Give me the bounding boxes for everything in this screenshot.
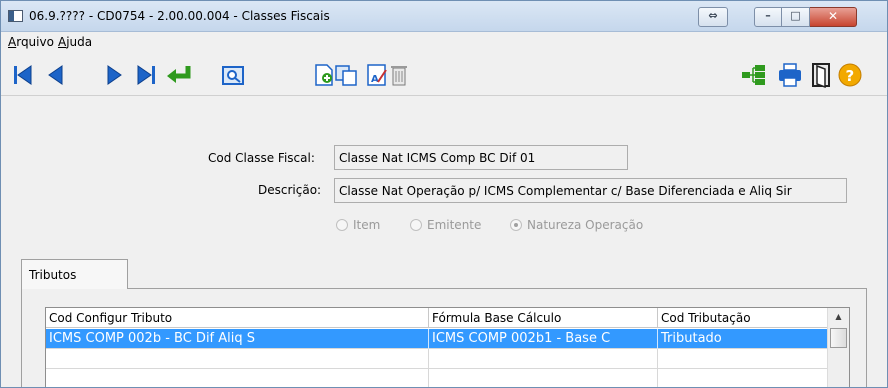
cell-formula-base-calculo[interactable]: [429, 349, 658, 369]
cell-cod-configur-tributo[interactable]: ICMS COMP 002b - BC Dif Aliq S: [46, 329, 429, 349]
last-record-icon[interactable]: [134, 62, 158, 88]
scroll-up-icon[interactable]: ▲: [828, 308, 849, 326]
column-header-cod-tributacao[interactable]: Cod Tributação: [658, 308, 827, 328]
menu-ajuda[interactable]: Ajuda: [58, 35, 92, 49]
maximize-button[interactable]: □: [782, 7, 810, 27]
maximize-icon: □: [790, 9, 801, 22]
svg-text:A: A: [371, 74, 379, 85]
table-row[interactable]: [46, 349, 827, 369]
radio-emitente[interactable]: Emitente: [410, 218, 481, 232]
previous-record-icon[interactable]: [44, 62, 68, 88]
menu-arquivo[interactable]: Arquivo: [8, 35, 54, 49]
toolbar: A ?: [1, 54, 887, 96]
radio-dot: [410, 219, 422, 231]
minimize-button[interactable]: –: [754, 7, 782, 27]
print-icon[interactable]: [777, 62, 803, 88]
tributos-grid[interactable]: Cod Configur Tributo Fórmula Base Cálcul…: [45, 307, 850, 387]
edit-record-icon[interactable]: A: [365, 62, 389, 88]
go-to-icon[interactable]: [164, 62, 194, 88]
column-header-formula-base-calculo[interactable]: Fórmula Base Cálculo: [429, 308, 658, 328]
help-icon[interactable]: ?: [837, 62, 863, 88]
cod-classe-fiscal-label: Cod Classe Fiscal:: [208, 151, 315, 165]
tree-icon[interactable]: [739, 62, 769, 88]
help-glyph: ?: [846, 67, 855, 85]
close-icon: ✕: [827, 9, 839, 23]
app-icon[interactable]: [8, 10, 23, 22]
cod-classe-fiscal-field[interactable]: Classe Nat ICMS Comp BC Dif 01: [334, 145, 628, 170]
restore-icon: ⇔: [708, 9, 718, 22]
first-record-icon[interactable]: [11, 62, 35, 88]
cell-formula-base-calculo[interactable]: [429, 369, 658, 387]
grid-header: Cod Configur Tributo Fórmula Base Cálcul…: [46, 308, 827, 328]
table-row[interactable]: ICMS COMP 002b - BC Dif Aliq S ICMS COMP…: [46, 329, 827, 349]
grid-scrollbar[interactable]: ▲: [827, 308, 849, 387]
descricao-label: Descrição:: [258, 183, 322, 197]
window-title: 06.9.???? - CD0754 - 2.00.00.004 - Class…: [29, 9, 330, 23]
exit-icon[interactable]: [809, 62, 833, 88]
table-row[interactable]: [46, 369, 827, 387]
cell-cod-tributacao[interactable]: [658, 349, 827, 369]
cell-cod-tributacao[interactable]: [658, 369, 827, 387]
cell-cod-tributacao[interactable]: Tributado: [658, 329, 827, 349]
next-record-icon[interactable]: [102, 62, 126, 88]
column-header-cod-configur-tributo[interactable]: Cod Configur Tributo: [46, 308, 429, 328]
close-button[interactable]: ✕: [810, 7, 857, 27]
restore-button[interactable]: ⇔: [698, 7, 728, 27]
tab-tributos[interactable]: Tributos: [21, 259, 128, 289]
cell-cod-configur-tributo[interactable]: [46, 369, 429, 387]
radio-item[interactable]: Item: [336, 218, 380, 232]
menu-bar: Arquivo Ajuda: [1, 32, 887, 54]
application-window: 06.9.???? - CD0754 - 2.00.00.004 - Class…: [0, 0, 888, 388]
title-bar: 06.9.???? - CD0754 - 2.00.00.004 - Class…: [1, 1, 887, 32]
search-icon[interactable]: [221, 62, 245, 88]
cell-cod-configur-tributo[interactable]: [46, 349, 429, 369]
cell-formula-base-calculo[interactable]: ICMS COMP 002b1 - Base C: [429, 329, 658, 349]
radio-dot: [336, 219, 348, 231]
minimize-icon: –: [765, 9, 771, 22]
copy-record-icon[interactable]: [332, 62, 360, 88]
radio-dot-selected: [510, 219, 522, 231]
radio-natureza-operacao[interactable]: Natureza Operação: [510, 218, 643, 232]
descricao-field[interactable]: Classe Nat Operação p/ ICMS Complementar…: [334, 178, 847, 203]
scroll-thumb[interactable]: [830, 328, 847, 348]
delete-record-icon[interactable]: [387, 62, 411, 88]
